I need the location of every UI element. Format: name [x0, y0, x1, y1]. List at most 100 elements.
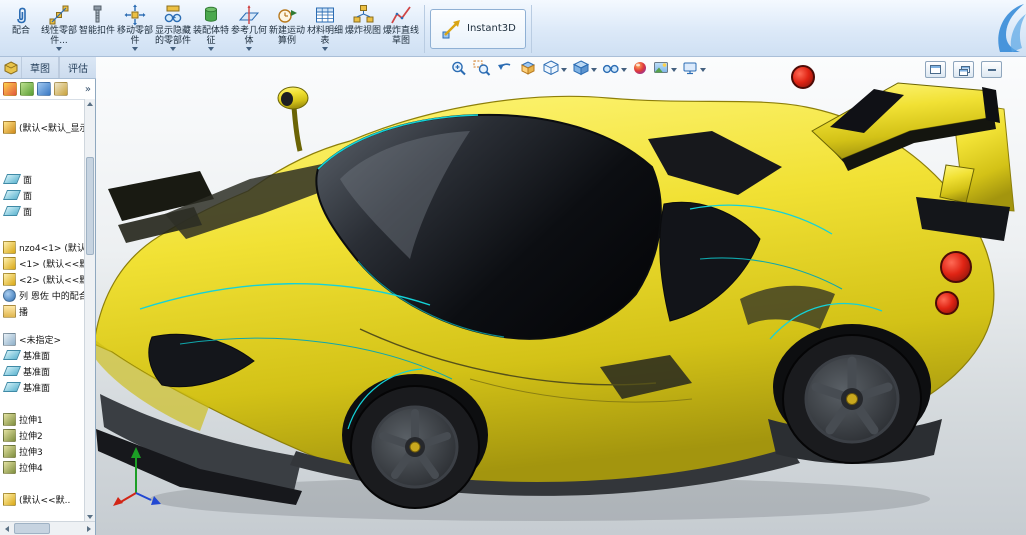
ribbon-button-move-component[interactable]: 移动零部件	[117, 2, 153, 52]
view-orientation-icon	[542, 60, 560, 80]
tree-item-component[interactable]: nzo4<1> (默认<	[0, 239, 85, 255]
tree-item-mates[interactable]: 列 恩佐 中的配合	[0, 287, 85, 303]
restore-window-icon	[930, 65, 941, 74]
part-icon	[3, 272, 16, 286]
tree-item-component[interactable]: <2> (默认<<默	[0, 271, 85, 287]
scroll-down-arrow-icon[interactable]	[85, 512, 94, 521]
hud-previous-view-button[interactable]	[494, 59, 516, 81]
ribbon-button-exploded-view[interactable]: 爆炸视图	[345, 2, 381, 37]
scroll-left-arrow-icon[interactable]	[1, 523, 12, 534]
extrude-feature-icon	[3, 412, 16, 426]
tree-vertical-scrollbar[interactable]	[84, 99, 95, 521]
panel-more-tabs-button[interactable]: »	[85, 84, 92, 95]
horizontal-scroll-thumb[interactable]	[14, 523, 50, 534]
ribbon-button-instant3d[interactable]: Instant3D	[430, 9, 526, 49]
dropdown-caret-icon	[208, 47, 214, 51]
tab-evaluate[interactable]: 评估	[59, 57, 97, 78]
hud-display-style-button[interactable]	[570, 59, 599, 81]
linear-pattern-icon	[48, 3, 70, 26]
tree-item-material[interactable]: <未指定>	[0, 331, 85, 347]
hud-zoom-to-fit-button[interactable]	[448, 59, 470, 81]
feature-tree: (默认<默认_显示.. 面 面 面 nzo4<1> (默认< <1> (默认<<…	[0, 99, 85, 521]
tree-item-plane[interactable]: 面	[0, 203, 85, 219]
ribbon-button-assembly-features[interactable]: 装配体特征	[193, 2, 229, 52]
scroll-right-arrow-icon[interactable]	[83, 523, 94, 534]
tree-item-extrude[interactable]: 拉伸1	[0, 411, 85, 427]
reference-geometry-icon	[238, 3, 260, 26]
tree-item-folder[interactable]: 播	[0, 303, 85, 319]
minimize-window-icon	[987, 68, 996, 71]
configurationmanager-tab-icon[interactable]	[37, 82, 51, 96]
hud-edit-appearance-button[interactable]	[630, 59, 650, 81]
ribbon-button-label: 线性零部件...	[41, 26, 78, 46]
viewport-3d[interactable]	[96, 57, 1026, 535]
part-icon	[3, 256, 16, 270]
ribbon-toolbar: 配合 线性零部件... 智能扣件 移动零部件 显示隐藏的零部件 装配体特征 参考…	[0, 0, 1026, 57]
ribbon-button-show-hidden-components[interactable]: 显示隐藏的零部件	[155, 2, 191, 52]
tree-item-component[interactable]: (默认<<默..	[0, 491, 85, 507]
hud-section-view-button[interactable]	[517, 59, 539, 81]
section-view-icon	[519, 60, 537, 80]
scroll-up-arrow-icon[interactable]	[85, 99, 94, 108]
window-restore-button[interactable]	[925, 61, 946, 78]
view-settings-icon	[682, 60, 699, 80]
window-minimize-button[interactable]	[981, 61, 1002, 78]
dropdown-caret-icon	[170, 47, 176, 51]
heads-up-toolbar	[448, 59, 708, 81]
explode-line-sketch-icon	[390, 3, 412, 26]
tree-item-plane[interactable]: 基准面	[0, 363, 85, 379]
ribbon-button-explode-line-sketch[interactable]: 爆炸直线草图	[383, 2, 419, 47]
smart-fastener-icon	[86, 3, 108, 26]
ribbon-button-new-motion-study[interactable]: 新建运动算例	[269, 2, 305, 47]
hud-zoom-to-area-button[interactable]	[471, 59, 493, 81]
ribbon-button-mate[interactable]: 配合	[3, 2, 39, 37]
ribbon-button-label: 爆炸直线草图	[383, 26, 420, 46]
tree-item-plane[interactable]: 基准面	[0, 379, 85, 395]
part-icon	[3, 240, 16, 254]
hide-show-items-icon	[602, 60, 620, 80]
tree-item-extrude[interactable]: 拉伸2	[0, 427, 85, 443]
ribbon-button-label: 爆炸视图	[345, 26, 382, 36]
propertymanager-tab-icon[interactable]	[20, 82, 34, 96]
dropdown-caret-icon	[561, 68, 567, 72]
ribbon-button-label: 智能扣件	[79, 26, 116, 36]
ribbon-button-reference-geometry[interactable]: 参考几何体	[231, 2, 267, 52]
material-icon	[3, 332, 16, 346]
ribbon-button-label: 显示隐藏的零部件	[155, 26, 192, 46]
assembly-icon	[3, 120, 16, 134]
dropdown-caret-icon	[700, 68, 706, 72]
tab-sketch[interactable]: 草图	[21, 57, 59, 78]
display-style-icon	[572, 60, 590, 80]
tab-label: 评估	[68, 64, 88, 75]
ribbon-button-label: 装配体特征	[193, 26, 230, 46]
exploded-view-icon	[352, 3, 374, 26]
tree-item-assembly[interactable]: (默认<默认_显示..	[0, 119, 85, 135]
dropdown-caret-icon	[56, 47, 62, 51]
tree-item-component[interactable]: <1> (默认<<默	[0, 255, 85, 271]
ribbon-button-bill-of-materials[interactable]: 材料明细表	[307, 2, 343, 52]
plane-icon	[2, 190, 22, 200]
tree-item-extrude[interactable]: 拉伸4	[0, 459, 85, 475]
featuremanager-tab-icon[interactable]	[3, 82, 17, 96]
ribbon-button-linear-pattern[interactable]: 线性零部件...	[41, 2, 77, 52]
hud-view-settings-button[interactable]	[680, 59, 708, 81]
tree-item-plane[interactable]: 面	[0, 171, 85, 187]
tree-item-extrude[interactable]: 拉伸3	[0, 443, 85, 459]
solidworks-logo-icon	[992, 2, 1026, 58]
hud-apply-scene-button[interactable]	[651, 59, 679, 81]
tree-horizontal-scrollbar[interactable]	[0, 521, 95, 535]
plane-icon	[2, 350, 22, 360]
hud-hide-show-items-button[interactable]	[600, 59, 629, 81]
mates-folder-icon	[3, 288, 16, 302]
hud-view-orientation-button[interactable]	[540, 59, 569, 81]
tree-item-plane[interactable]: 面	[0, 187, 85, 203]
dropdown-caret-icon	[246, 47, 252, 51]
ribbon-button-label: 移动零部件	[117, 26, 154, 46]
edit-appearance-icon	[632, 60, 648, 80]
dimxpertmanager-tab-icon[interactable]	[54, 82, 68, 96]
window-new-button[interactable]	[953, 61, 974, 78]
instant3d-icon	[440, 18, 462, 41]
ribbon-button-smart-fasteners[interactable]: 智能扣件	[79, 2, 115, 37]
vertical-scroll-thumb[interactable]	[86, 157, 94, 255]
tree-item-plane[interactable]: 基准面	[0, 347, 85, 363]
